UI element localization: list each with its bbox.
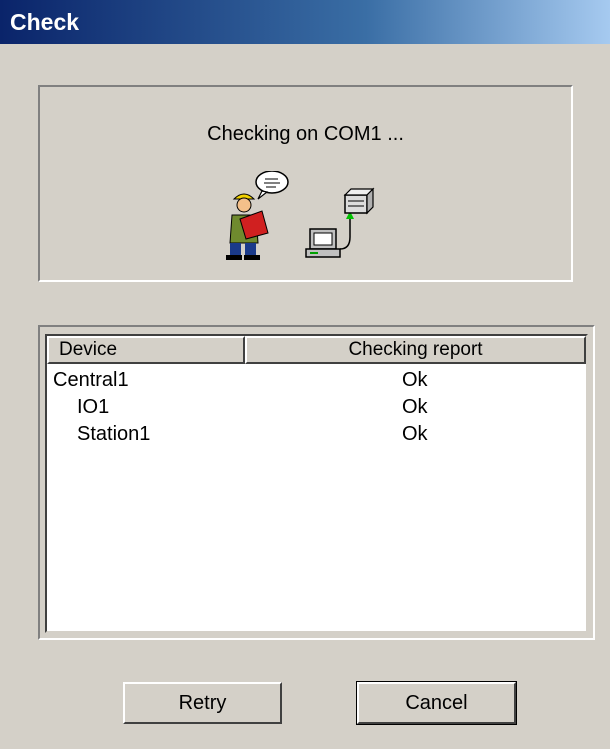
list-header: Device Checking report — [47, 336, 586, 364]
checking-report: Ok — [402, 423, 428, 445]
column-header-checking-report[interactable]: Checking report — [245, 336, 586, 364]
device-name: Central1 — [53, 369, 129, 391]
status-text: Checking on COM1 ... — [207, 123, 404, 145]
list-item[interactable]: Station1 Ok — [47, 421, 586, 448]
worker-with-speech-bubble-icon — [226, 171, 289, 260]
checking-report: Ok — [402, 396, 428, 418]
list-item[interactable]: IO1 Ok — [47, 394, 586, 421]
list-rows: Central1 Ok IO1 Ok Station1 Ok — [47, 367, 586, 448]
status-illustration — [226, 171, 375, 260]
checking-report: Ok — [402, 369, 428, 391]
column-header-device[interactable]: Device — [47, 336, 245, 364]
window-title: Check — [10, 9, 80, 35]
device-list-group: Device Checking report Central1 Ok IO1 O… — [38, 325, 595, 640]
device-list[interactable]: Device Checking report Central1 Ok IO1 O… — [45, 334, 588, 633]
status-panel: Checking on COM1 ... — [38, 85, 573, 282]
device-name: IO1 — [77, 396, 110, 418]
device-name: Station1 — [77, 423, 151, 445]
computer-network-icon — [305, 187, 375, 258]
retry-button[interactable]: Retry — [123, 682, 282, 724]
title-bar[interactable]: Check — [0, 0, 610, 44]
list-item[interactable]: Central1 Ok — [47, 367, 586, 394]
cancel-button[interactable]: Cancel — [356, 681, 517, 725]
